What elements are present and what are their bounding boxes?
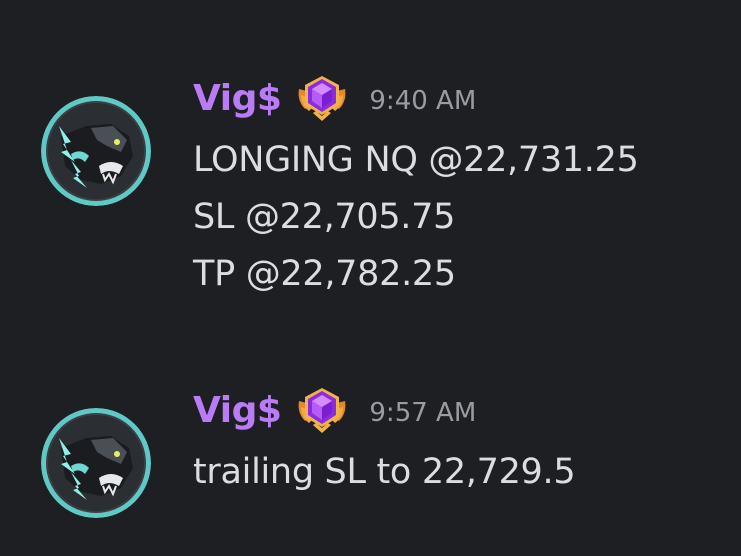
purple-hexagon-gem-badge-icon[interactable]: [295, 383, 349, 437]
message-content: trailing SL to 22,729.5: [193, 444, 576, 501]
avatar[interactable]: [41, 96, 151, 206]
panther-avatar-icon: [41, 408, 151, 518]
message-content: LONGING NQ @22,731.25 SL @22,705.75 TP @…: [193, 132, 639, 303]
message-line: TP @22,782.25: [193, 254, 456, 294]
chat-messages: Vig$ 9:40 AM LONGING NQ @22,731.25 SL @2…: [0, 0, 741, 556]
panther-avatar-icon: [41, 96, 151, 206]
message-header: Vig$ 9:57 AM: [193, 382, 476, 438]
message-header: Vig$ 9:40 AM: [193, 70, 476, 126]
message-line: LONGING NQ @22,731.25: [193, 140, 639, 180]
username[interactable]: Vig$: [193, 78, 282, 119]
username[interactable]: Vig$: [193, 390, 282, 431]
message-line: SL @22,705.75: [193, 197, 456, 237]
timestamp: 9:57 AM: [369, 398, 477, 428]
purple-hexagon-gem-badge-icon[interactable]: [295, 71, 349, 125]
message-line: trailing SL to 22,729.5: [193, 452, 576, 492]
timestamp: 9:40 AM: [369, 86, 477, 116]
avatar[interactable]: [41, 408, 151, 518]
